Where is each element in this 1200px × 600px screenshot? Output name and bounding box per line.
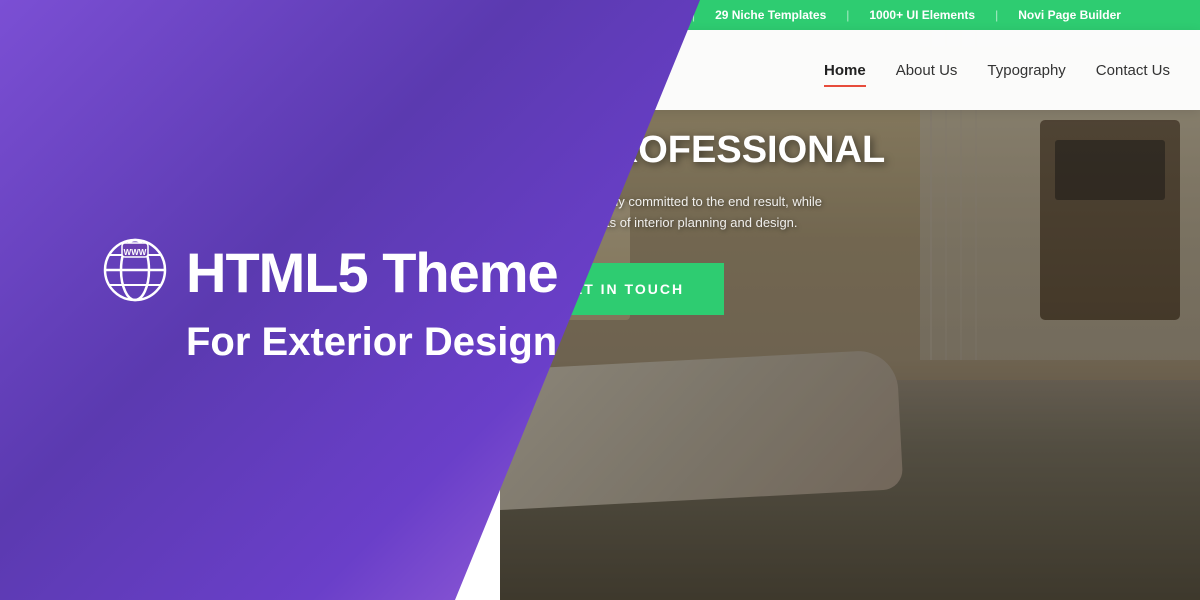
ticker-niche-templates: 29 Niche Templates [715, 8, 826, 22]
ticker-ui-elements: 1000+ UI Elements [869, 8, 975, 22]
nav-item-about[interactable]: About Us [896, 57, 958, 84]
nav-item-contact[interactable]: Contact Us [1096, 57, 1170, 84]
subtitle: For Exterior Design [100, 320, 558, 365]
title-row: WWW HTML5 Theme [100, 235, 558, 310]
left-content: WWW HTML5 Theme For Exterior Design [100, 235, 558, 365]
ticker-sep-3: | [846, 8, 849, 22]
svg-text:WWW: WWW [124, 248, 147, 257]
ticker-sep-4: | [995, 8, 998, 22]
nav-item-home[interactable]: Home [824, 57, 866, 84]
main-title: HTML5 Theme [186, 242, 558, 304]
ticker-novi: Novi Page Builder [1018, 8, 1121, 22]
globe-icon: WWW [100, 235, 170, 310]
nav-item-typography[interactable]: Typography [987, 57, 1065, 84]
